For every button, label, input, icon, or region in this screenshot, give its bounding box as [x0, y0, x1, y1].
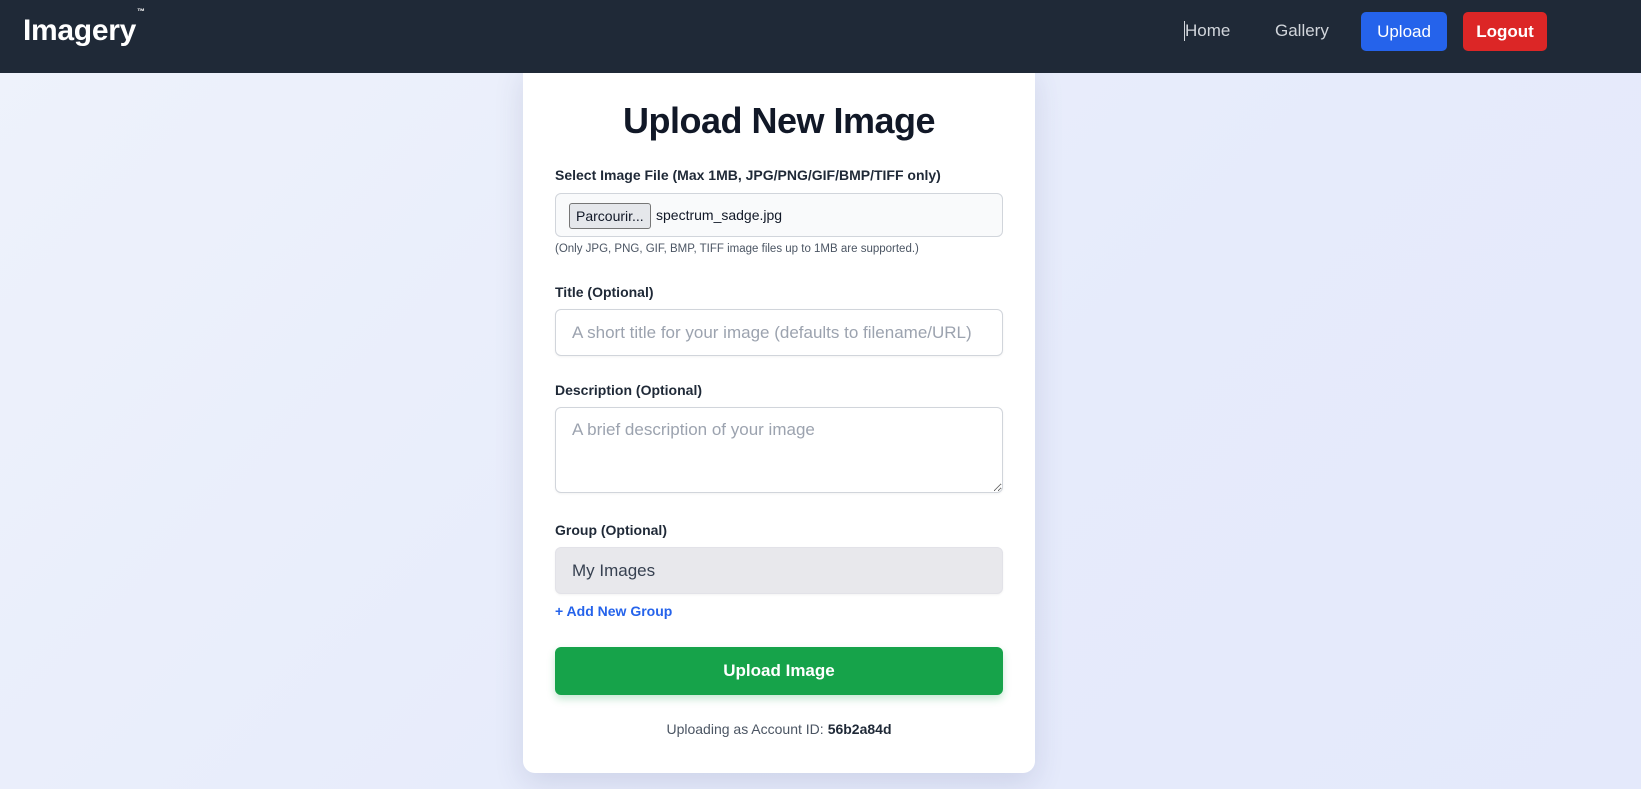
nav-gallery-link[interactable]: Gallery — [1275, 21, 1329, 41]
title-field-label: Title (Optional) — [555, 284, 654, 300]
file-input[interactable]: Parcourir... spectrum_sadge.jpg — [555, 193, 1003, 237]
upload-form-card: Upload New Image Select Image File (Max … — [523, 66, 1035, 773]
selected-file-name: spectrum_sadge.jpg — [656, 207, 783, 223]
browse-file-button[interactable]: Parcourir... — [569, 203, 651, 229]
nav-upload-button[interactable]: Upload — [1361, 12, 1447, 51]
description-field-label: Description (Optional) — [555, 382, 702, 398]
group-selected-value: My Images — [572, 560, 656, 580]
group-field-label: Group (Optional) — [555, 522, 667, 538]
account-id: 56b2a84d — [827, 721, 892, 737]
title-input[interactable] — [555, 309, 1003, 356]
trademark-mark: ™ — [136, 7, 145, 16]
account-prefix: Uploading as Account ID: — [666, 721, 824, 737]
brand-name: Imagery — [23, 14, 136, 47]
nav-logout-button[interactable]: Logout — [1463, 12, 1547, 51]
group-select[interactable]: My Images — [555, 547, 1003, 594]
description-textarea[interactable] — [555, 407, 1003, 493]
file-format-hint: (Only JPG, PNG, GIF, BMP, TIFF image fil… — [555, 243, 919, 255]
top-navbar: Imagery™ Home Gallery Upload Logout — [0, 0, 1641, 73]
upload-image-button[interactable]: Upload Image — [555, 647, 1003, 695]
add-new-group-link[interactable]: + Add New Group — [555, 603, 672, 619]
account-info: Uploading as Account ID: 56b2a84d — [523, 721, 1035, 737]
file-field-label: Select Image File (Max 1MB, JPG/PNG/GIF/… — [555, 167, 941, 183]
page-title: Upload New Image — [622, 100, 936, 141]
nav-home-link[interactable]: Home — [1184, 21, 1230, 41]
brand-logo[interactable]: Imagery™ — [23, 7, 145, 48]
